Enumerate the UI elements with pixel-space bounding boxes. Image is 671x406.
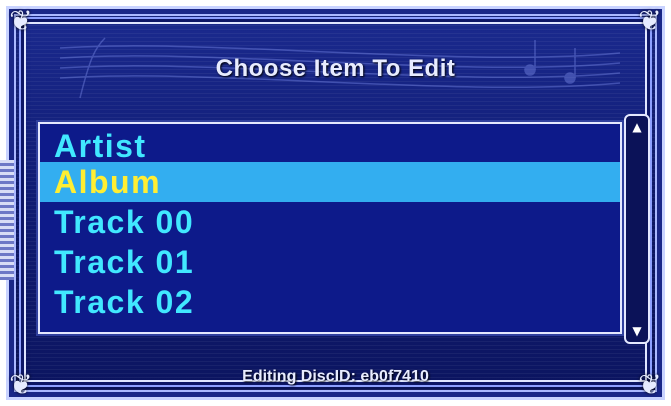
list-item-track-00[interactable]: Track 00	[40, 202, 620, 242]
list-item-track-02[interactable]: Track 02	[40, 282, 620, 322]
corner-ornament-icon: ❦	[9, 4, 33, 37]
list-item-track-01[interactable]: Track 01	[40, 242, 620, 282]
list-item-album[interactable]: Album	[40, 162, 620, 202]
scroll-up-icon[interactable]: ▲	[628, 118, 646, 136]
side-decoration	[0, 160, 14, 280]
scroll-down-icon[interactable]: ▼	[628, 322, 646, 340]
disc-id-status: Editing DiscID: eb0f7410	[242, 368, 429, 385]
list-item-artist[interactable]: Artist	[40, 126, 620, 164]
corner-ornament-icon: ❦	[638, 4, 662, 37]
item-list: Artist Album Track 00 Track 01 Track 02	[38, 122, 622, 334]
dialog-title: Choose Item To Edit	[215, 55, 456, 82]
list-scrollbar[interactable]: ▲ ▼	[624, 114, 650, 344]
